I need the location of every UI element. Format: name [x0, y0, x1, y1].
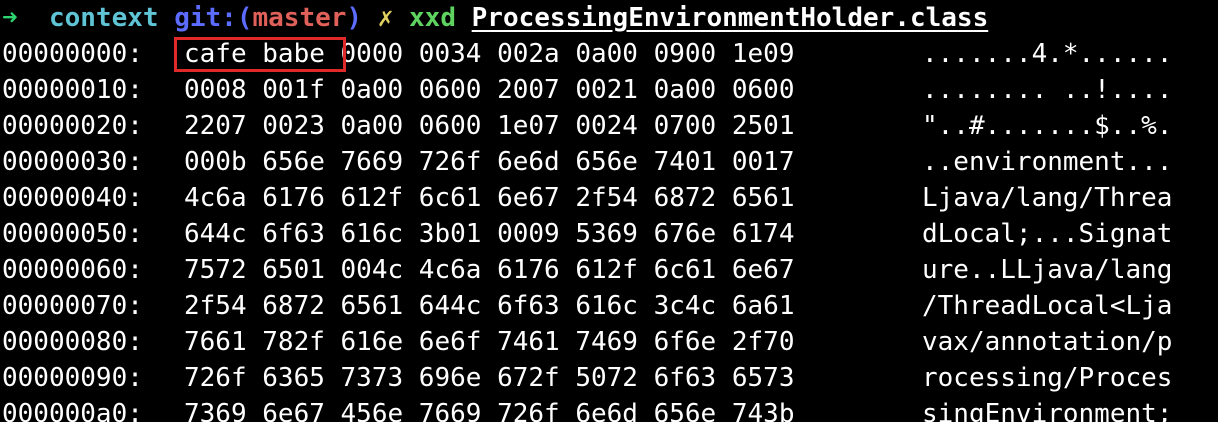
- row-offset: 00000010:: [2, 75, 143, 105]
- row-offset: 00000030:: [2, 147, 143, 177]
- row-hex-bytes: 726f 6365 7373 696e 672f 5072 6f63 6573: [184, 363, 795, 393]
- command-name: xxd: [409, 3, 456, 33]
- row-offset: 00000000:: [2, 39, 143, 69]
- row-hex-bytes: 2f54 6872 6561 644c 6f63 616c 3c4c 6a61: [184, 291, 795, 321]
- shell-prompt: ➜ context git:(master) ✗ xxd ProcessingE…: [2, 0, 988, 36]
- row-offset: 00000080:: [2, 327, 143, 357]
- hexdump-row: 00000060: 7572 6501 004c 4c6a 6176 612f 6…: [2, 252, 1172, 288]
- row-ascii: ure..LLjava/lang: [922, 255, 1173, 285]
- git-label-close: ): [346, 3, 363, 33]
- row-ascii: "..#.......$..%.: [922, 111, 1173, 141]
- row-ascii: vax/annotation/p: [922, 327, 1173, 357]
- row-hex-bytes: 7661 782f 616e 6e6f 7461 7469 6f6e 2f70: [184, 327, 795, 357]
- row-ascii: /ThreadLocal<Lja: [922, 291, 1173, 321]
- row-offset: 00000040:: [2, 183, 143, 213]
- hexdump-row: 00000050: 644c 6f63 616c 3b01 0009 5369 6…: [2, 216, 1172, 252]
- row-ascii: ..environment...: [922, 147, 1173, 177]
- row-offset: 00000090:: [2, 363, 143, 393]
- hexdump-row: 00000090: 726f 6365 7373 696e 672f 5072 6…: [2, 360, 1172, 396]
- dirty-status-icon: ✗: [377, 3, 394, 33]
- row-ascii: .......4.*......: [922, 39, 1173, 69]
- row-offset: 00000070:: [2, 291, 143, 321]
- row-offset: 00000050:: [2, 219, 143, 249]
- current-directory: context: [48, 3, 159, 33]
- row-offset: 000000a0:: [2, 399, 143, 422]
- row-hex-bytes: 0008 001f 0a00 0600 2007 0021 0a00 0600: [184, 75, 795, 105]
- magic-number-highlight-box: [174, 37, 346, 72]
- hexdump-row: 000000a0: 7369 6e67 456e 7669 726f 6e6d 6…: [2, 396, 1172, 422]
- row-hex-bytes: 7369 6e67 456e 7669 726f 6e6d 656e 743b: [184, 399, 795, 422]
- hexdump-row: 00000020: 2207 0023 0a00 0600 1e07 0024 0…: [2, 108, 1172, 144]
- hexdump-row: 00000080: 7661 782f 616e 6e6f 7461 7469 6…: [2, 324, 1172, 360]
- hexdump-row: 00000040: 4c6a 6176 612f 6c61 6e67 2f54 6…: [2, 180, 1172, 216]
- row-ascii: Ljava/lang/Threa: [922, 183, 1173, 213]
- git-label: git:(: [174, 3, 253, 33]
- row-ascii: dLocal;...Signat: [922, 219, 1173, 249]
- row-ascii: singEnvironment;: [922, 399, 1173, 422]
- hexdump-row: 00000030: 000b 656e 7669 726f 6e6d 656e 7…: [2, 144, 1172, 180]
- row-hex-bytes: 644c 6f63 616c 3b01 0009 5369 676e 6174: [184, 219, 795, 249]
- row-hex-bytes: 4c6a 6176 612f 6c61 6e67 2f54 6872 6561: [184, 183, 795, 213]
- row-offset: 00000020:: [2, 111, 143, 141]
- row-hex-bytes: 000b 656e 7669 726f 6e6d 656e 7401 0017: [184, 147, 795, 177]
- row-hex-bytes: 2207 0023 0a00 0600 1e07 0024 0700 2501: [184, 111, 795, 141]
- git-branch: master: [252, 3, 347, 33]
- terminal-window[interactable]: ➜ context git:(master) ✗ xxd ProcessingE…: [0, 0, 1218, 422]
- hexdump-row: 00000010: 0008 001f 0a00 0600 2007 0021 0…: [2, 72, 1172, 108]
- row-ascii: ........ ..!....: [922, 75, 1173, 105]
- row-hex-bytes: 7572 6501 004c 4c6a 6176 612f 6c61 6e67: [184, 255, 795, 285]
- row-ascii: rocessing/Proces: [922, 363, 1173, 393]
- prompt-arrow-icon: ➜: [2, 3, 18, 33]
- command-argument-filename: ProcessingEnvironmentHolder.class: [471, 3, 989, 33]
- row-offset: 00000060:: [2, 255, 143, 285]
- hexdump-row: 00000070: 2f54 6872 6561 644c 6f63 616c 3…: [2, 288, 1172, 324]
